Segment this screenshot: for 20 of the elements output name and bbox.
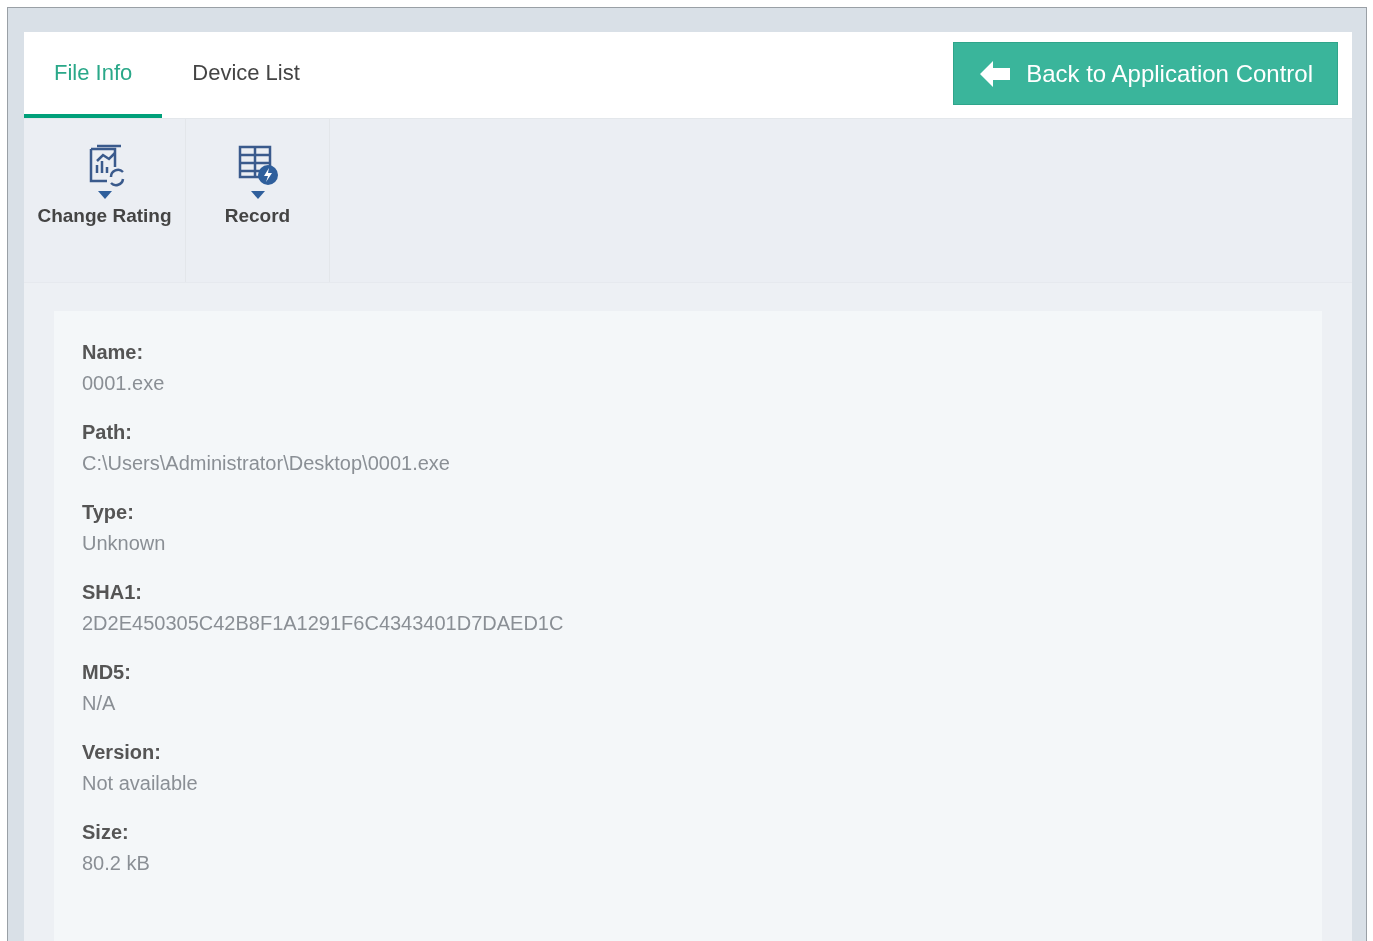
field-value: 2D2E450305C42B8F1A1291F6C4343401D7DAED1C bbox=[82, 612, 565, 635]
toolbar-button[interactable]: Change Rating bbox=[24, 119, 186, 282]
caret-icon bbox=[97, 191, 112, 199]
field-value: Unknown bbox=[82, 532, 167, 555]
field-label: Path: bbox=[82, 421, 133, 444]
field-label: Name: bbox=[82, 341, 145, 364]
arrow-left-icon bbox=[980, 60, 1011, 87]
field-label: MD5: bbox=[82, 661, 132, 684]
field-label: SHA1: bbox=[82, 581, 143, 604]
toolbar-button[interactable]: Record bbox=[186, 119, 330, 282]
tab[interactable]: Device List bbox=[162, 32, 330, 118]
field-value: Not available bbox=[82, 772, 199, 795]
field-label: Size: bbox=[82, 821, 130, 844]
field-label: Version: bbox=[82, 741, 162, 764]
field-value: 80.2 kB bbox=[82, 852, 151, 875]
field-value: N/A bbox=[82, 692, 117, 715]
field-value: 0001.exe bbox=[82, 372, 166, 395]
caret-icon bbox=[250, 191, 265, 199]
field-label: Type: bbox=[82, 501, 135, 524]
field-value: C:\Users\Administrator\Desktop\0001.exe bbox=[82, 452, 451, 475]
